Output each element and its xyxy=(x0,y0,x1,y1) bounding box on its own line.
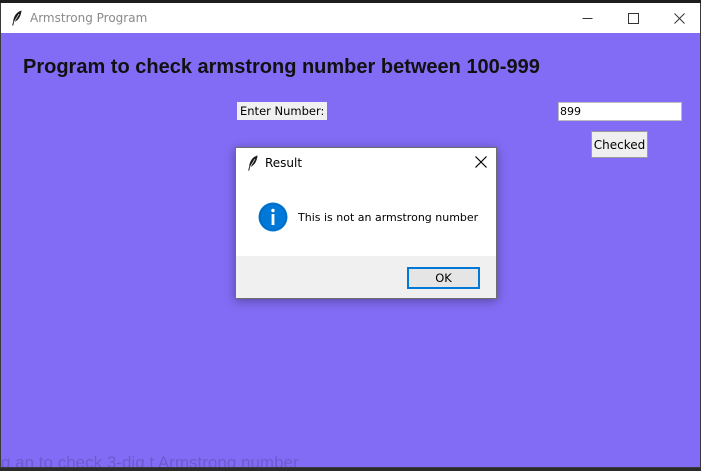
tk-feather-icon xyxy=(12,10,22,26)
dialog-close-button[interactable] xyxy=(468,150,494,174)
dialog-title: Result xyxy=(265,156,303,170)
minimize-icon xyxy=(582,17,592,19)
window-titlebar[interactable]: Armstrong Program xyxy=(1,3,700,33)
screen: Armstrong Program Program to check armst… xyxy=(0,0,701,471)
maximize-button[interactable] xyxy=(610,3,656,33)
page-title: Program to check armstrong number betwee… xyxy=(23,56,540,78)
close-icon xyxy=(475,156,487,168)
info-icon xyxy=(258,202,288,232)
close-icon xyxy=(673,12,685,24)
window-title: Armstrong Program xyxy=(30,11,148,25)
ok-button[interactable]: OK xyxy=(407,267,480,289)
close-button[interactable] xyxy=(656,3,700,33)
tk-feather-icon xyxy=(248,155,258,171)
enter-number-label: Enter Number: xyxy=(237,102,328,120)
maximize-icon xyxy=(627,12,639,24)
background-text: g an to check 3-dig t Armstrong number xyxy=(1,453,299,468)
dialog-footer: OK xyxy=(236,256,496,298)
minimize-button[interactable] xyxy=(564,3,610,33)
check-button[interactable]: Checked xyxy=(591,131,648,158)
result-dialog: Result This is not an armstrong number O… xyxy=(235,147,497,299)
dialog-message: This is not an armstrong number xyxy=(298,211,479,224)
number-input[interactable] xyxy=(558,102,682,121)
